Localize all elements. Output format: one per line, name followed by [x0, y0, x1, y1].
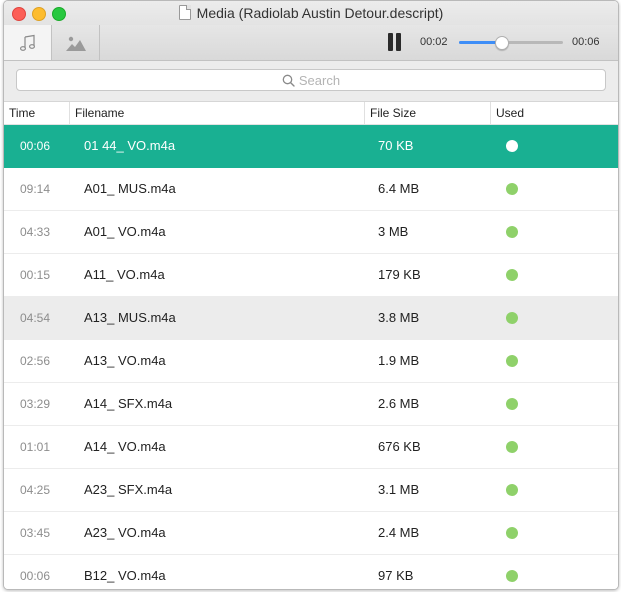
window-title-wrap: Media (Radiolab Austin Detour.descript) [4, 5, 618, 21]
table-header: Time Filename File Size Used [4, 102, 618, 125]
tab-images[interactable] [52, 25, 100, 60]
used-indicator-icon [506, 312, 518, 324]
column-header-file-size[interactable]: File Size [365, 102, 491, 124]
row-filename: A14_ SFX.m4a [84, 396, 173, 411]
table-row[interactable]: 01:01 A14_ VO.m4a 676 KB [4, 426, 618, 469]
used-indicator-icon [506, 527, 518, 539]
pause-icon-bar-left [388, 33, 393, 51]
total-time: 00:06 [572, 36, 600, 48]
row-file-size: 2.4 MB [378, 525, 420, 540]
row-time: 00:06 [20, 139, 51, 153]
table-row[interactable]: 00:06 B12_ VO.m4a 97 KB [4, 555, 618, 589]
row-file-size: 179 KB [378, 267, 421, 282]
title-bar[interactable]: Media (Radiolab Austin Detour.descript) [4, 1, 618, 25]
row-filename: A01_ VO.m4a [84, 224, 166, 239]
row-file-size: 676 KB [378, 439, 421, 454]
pause-icon-bar-right [396, 33, 401, 51]
row-time: 03:29 [20, 397, 51, 411]
table-row[interactable]: 00:06 01 44_ VO.m4a 70 KB [4, 125, 618, 168]
row-time: 04:54 [20, 311, 51, 325]
search-icon [282, 74, 295, 87]
table-row[interactable]: 04:25 A23_ SFX.m4a 3.1 MB [4, 469, 618, 512]
row-file-size: 1.9 MB [378, 353, 420, 368]
row-filename: A23_ SFX.m4a [84, 482, 173, 497]
used-indicator-icon [506, 269, 518, 281]
music-note-icon [19, 34, 35, 51]
row-filename: A14_ VO.m4a [84, 439, 166, 454]
row-file-size: 70 KB [378, 138, 414, 153]
row-time: 00:06 [20, 569, 51, 583]
column-header-time[interactable]: Time [4, 102, 70, 124]
window-title: Media (Radiolab Austin Detour.descript) [196, 5, 444, 21]
used-indicator-icon [506, 441, 518, 453]
row-time: 00:15 [20, 268, 51, 282]
row-file-size: 6.4 MB [378, 181, 420, 196]
playback-slider-knob[interactable] [494, 36, 509, 50]
toolbar: 00:02 00:06 [4, 25, 618, 61]
table-row[interactable]: 02:56 A13_ VO.m4a 1.9 MB [4, 340, 618, 383]
search-input[interactable]: Search [16, 69, 606, 91]
row-time: 02:56 [20, 354, 51, 368]
row-filename: A13_ MUS.m4a [84, 310, 176, 325]
table-row[interactable]: 03:29 A14_ SFX.m4a 2.6 MB [4, 383, 618, 426]
row-file-size: 3 MB [378, 224, 409, 239]
used-indicator-icon [506, 398, 518, 410]
playback-slider[interactable] [459, 36, 563, 50]
used-indicator-icon [506, 226, 518, 238]
image-icon [65, 36, 86, 51]
row-filename: A23_ VO.m4a [84, 525, 166, 540]
pause-button[interactable] [386, 33, 403, 51]
used-indicator-icon [506, 355, 518, 367]
row-file-size: 2.6 MB [378, 396, 420, 411]
used-indicator-icon [506, 140, 518, 152]
search-bar: Search [4, 61, 618, 102]
row-time: 03:45 [20, 526, 51, 540]
row-filename: 01 44_ VO.m4a [84, 138, 176, 153]
used-indicator-icon [506, 484, 518, 496]
search-placeholder: Search [298, 72, 341, 88]
media-list: 00:06 01 44_ VO.m4a 70 KB 09:14 A01_ MUS.m4a… [4, 125, 618, 589]
row-time: 01:01 [20, 440, 51, 454]
media-window: Media (Radiolab Austin Detour.descript) … [3, 0, 619, 590]
row-filename: A11_ VO.m4a [84, 267, 165, 282]
table-row[interactable]: 04:54 A13_ MUS.m4a 3.8 MB [4, 297, 618, 340]
row-file-size: 97 KB [378, 568, 414, 583]
row-filename: B12_ VO.m4a [84, 568, 166, 583]
used-indicator-icon [506, 570, 518, 582]
column-header-filename[interactable]: Filename [70, 102, 365, 124]
table-row[interactable]: 00:15 A11_ VO.m4a 179 KB [4, 254, 618, 297]
table-row[interactable]: 03:45 A23_ VO.m4a 2.4 MB [4, 512, 618, 555]
current-time: 00:02 [420, 36, 448, 48]
table-row[interactable]: 04:33 A01_ VO.m4a 3 MB [4, 211, 618, 254]
row-time: 04:33 [20, 225, 51, 239]
row-time: 04:25 [20, 483, 51, 497]
used-indicator-icon [506, 183, 518, 195]
row-time: 09:14 [20, 182, 51, 196]
column-header-used[interactable]: Used [491, 102, 618, 124]
row-file-size: 3.1 MB [378, 482, 420, 497]
row-filename: A13_ VO.m4a [84, 353, 166, 368]
row-file-size: 3.8 MB [378, 310, 420, 325]
table-row[interactable]: 09:14 A01_ MUS.m4a 6.4 MB [4, 168, 618, 211]
tab-audio[interactable] [4, 25, 52, 60]
document-icon [178, 5, 191, 20]
row-filename: A01_ MUS.m4a [84, 181, 176, 196]
